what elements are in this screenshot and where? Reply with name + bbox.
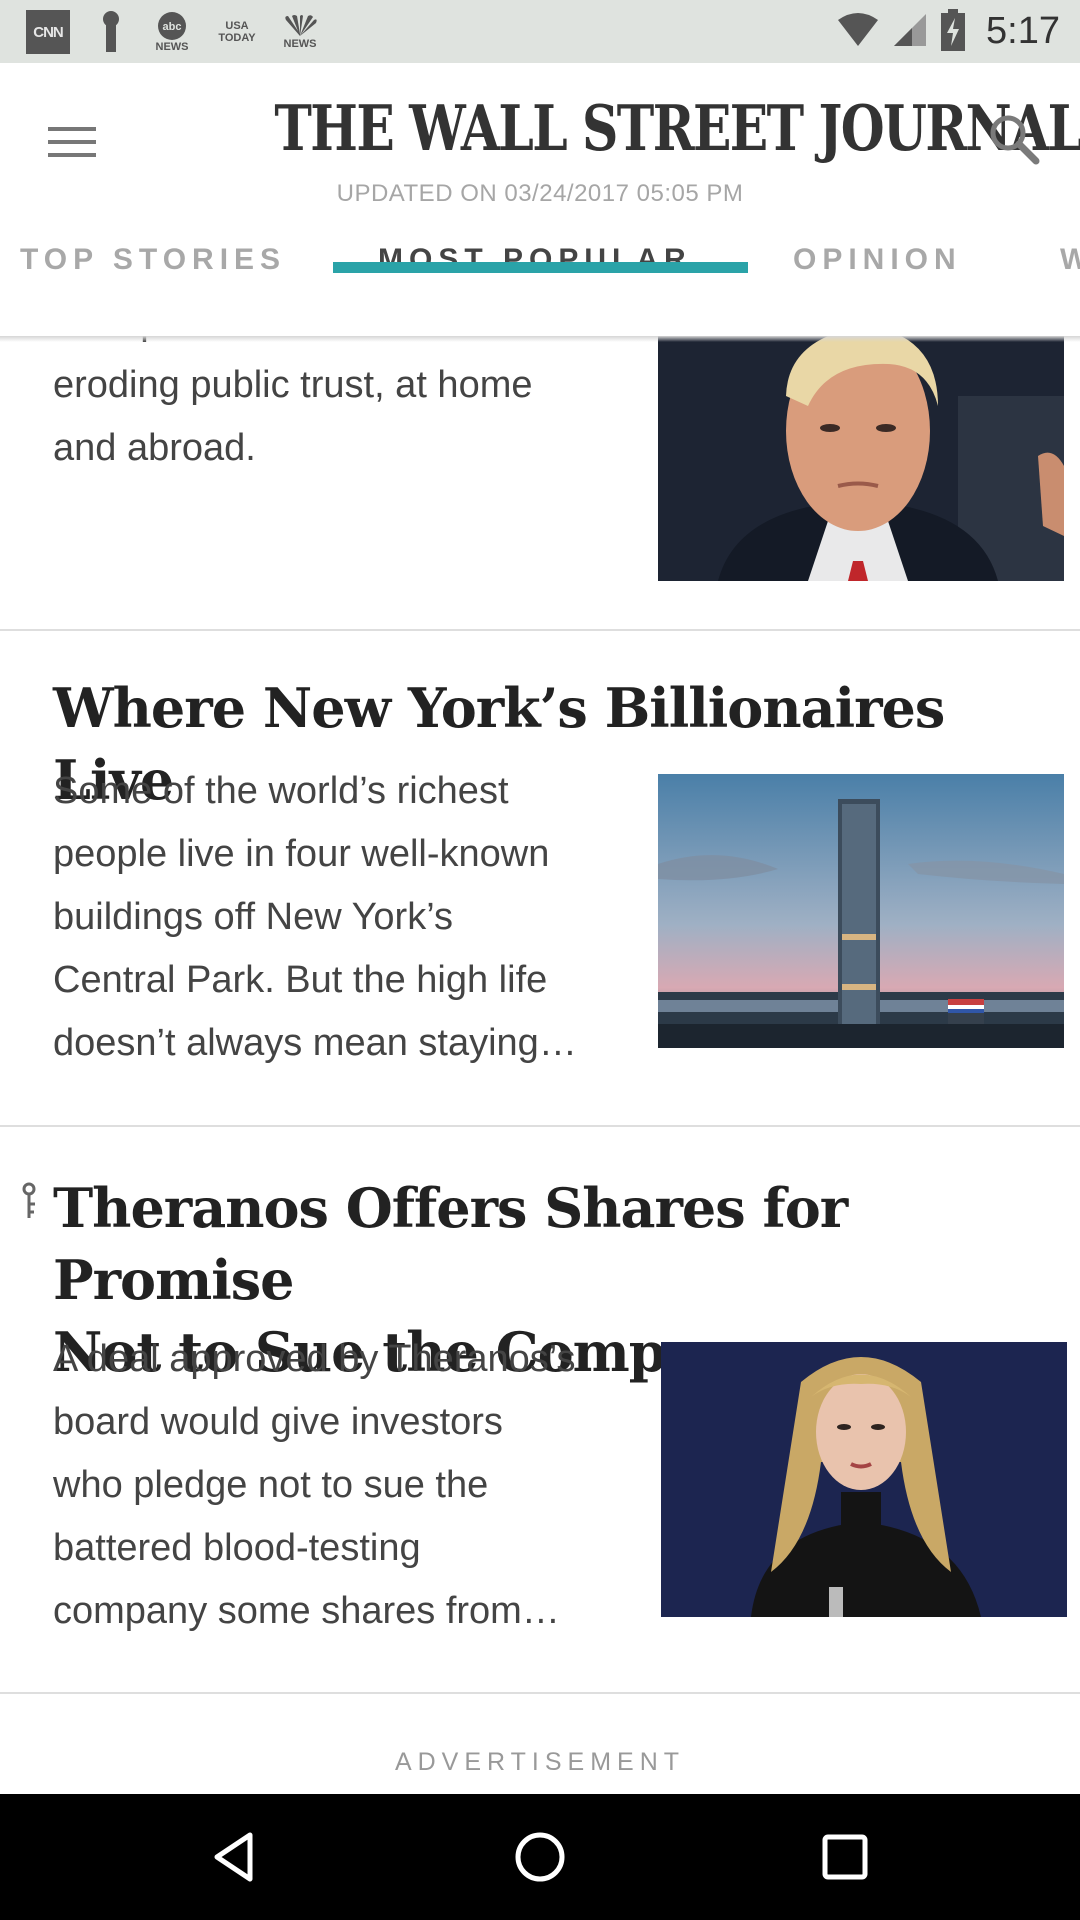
masthead-logo: THE WALL STREET JOURNAL.	[274, 91, 1080, 165]
status-bar: CNN abc NEWS USA TODAY NEWS 5:17	[0, 0, 1080, 63]
article-summary: Some of the world’s richest people live …	[53, 770, 577, 1064]
nbc-news-icon: NEWS	[276, 8, 324, 56]
updated-timestamp: UPDATED ON 03/24/2017 05:05 PM	[336, 180, 744, 207]
wifi-icon	[836, 12, 880, 52]
article-summary: Trump's falsehoods are eroding public tr…	[53, 336, 533, 469]
home-icon[interactable]	[510, 1827, 570, 1887]
svg-text:abc: abc	[163, 21, 182, 33]
search-icon[interactable]	[984, 109, 1044, 169]
signal-icon	[892, 12, 928, 52]
elizabeth-holmes-photo[interactable]	[661, 1342, 1067, 1617]
article-list[interactable]: Trump's falsehoods are eroding public tr…	[0, 336, 1080, 1794]
advertisement-label: ADVERTISEMENT	[394, 1748, 686, 1776]
clock: 5:17	[986, 10, 1060, 52]
usa-today-icon: USA TODAY	[218, 20, 256, 44]
key-icon	[18, 1182, 40, 1226]
tab-opinion[interactable]: OPINION	[793, 243, 962, 336]
tab-top-stories[interactable]: TOP STORIES	[20, 243, 286, 336]
system-nav-bar	[0, 1794, 1080, 1920]
back-icon[interactable]	[205, 1827, 265, 1887]
battery-charging-icon	[940, 8, 966, 55]
abc-news-icon: abc NEWS	[150, 8, 194, 56]
app-header: THE WALL STREET JOURNAL. UPDATED ON 03/2…	[0, 63, 1080, 336]
tab-most-popular[interactable]: MOST POPULAR	[378, 243, 692, 336]
cnn-icon: CNN	[26, 10, 70, 54]
article-summary: A deal approved by Theranos’s board woul…	[53, 1338, 576, 1632]
trump-portrait-photo[interactable]	[658, 336, 1064, 581]
key-icon	[96, 8, 126, 56]
active-tab-indicator	[333, 262, 748, 273]
section-tabs: TOP STORIES MOST POPULAR OPINION W	[0, 243, 1080, 336]
tab-next[interactable]: W	[1060, 243, 1080, 336]
nyc-skyscraper-photo[interactable]	[658, 774, 1064, 1048]
hamburger-menu-icon[interactable]	[40, 110, 104, 174]
recents-icon[interactable]	[815, 1827, 875, 1887]
